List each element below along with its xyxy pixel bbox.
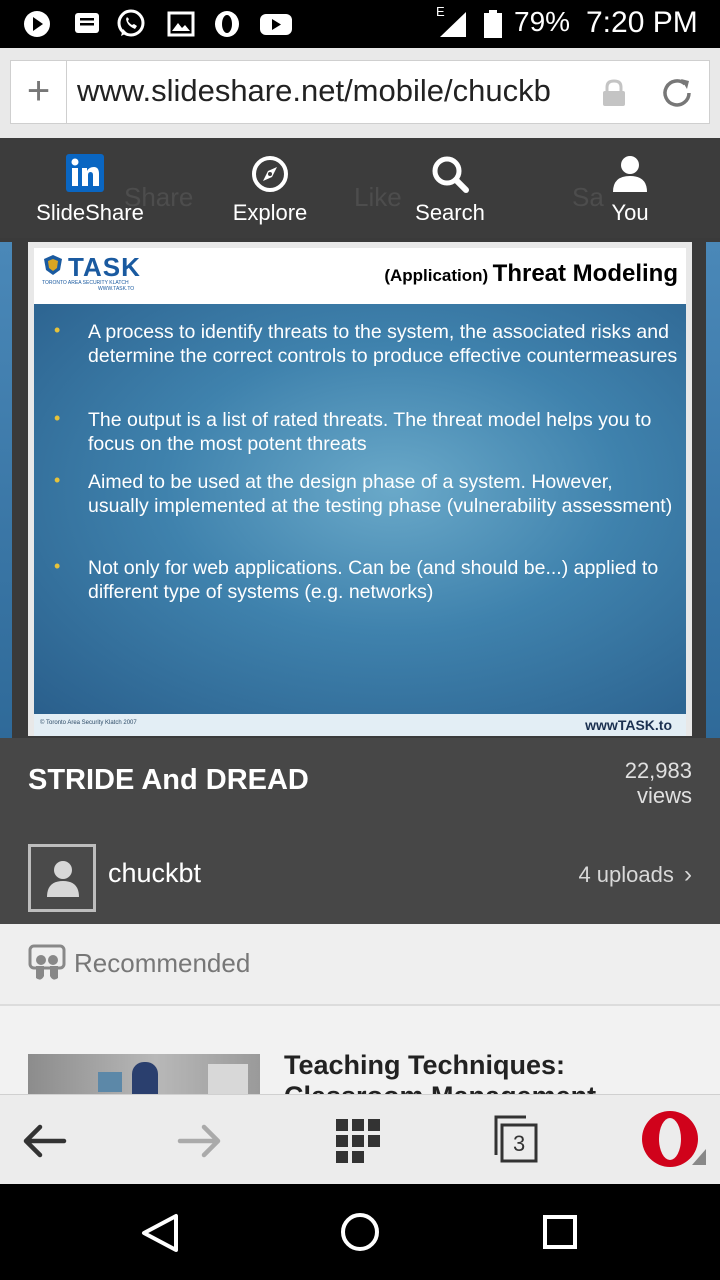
opera-icon — [215, 11, 239, 37]
android-home-icon[interactable] — [340, 1212, 380, 1252]
url-text[interactable]: www.slideshare.net/mobile/chuckb — [77, 73, 597, 109]
user-icon — [613, 156, 647, 192]
forward-arrow-icon[interactable] — [174, 1115, 226, 1167]
reload-icon[interactable] — [659, 75, 695, 111]
clock: 7:20 PM — [586, 6, 698, 39]
slideshare-nav-bar: Share Like Sa SlideShare Explore Search … — [0, 138, 720, 238]
task-shield-icon — [44, 255, 62, 275]
nav-label: Search — [415, 200, 485, 225]
recommended-list: Teaching Techniques: Classroom Managemen… — [0, 1006, 720, 1094]
views-count: 22,983 — [624, 758, 692, 783]
nav-explore[interactable]: Explore — [180, 138, 360, 238]
linkedin-icon — [66, 154, 104, 192]
messages-icon — [75, 13, 99, 33]
address-field[interactable]: + www.slideshare.net/mobile/chuckb — [10, 60, 710, 124]
nav-search[interactable]: Search — [360, 138, 540, 238]
views-label: views — [636, 783, 692, 808]
android-recents-icon[interactable] — [542, 1214, 578, 1250]
bullet-text: Not only for web applications. Can be (a… — [88, 557, 659, 603]
uploads-label: 4 uploads — [578, 862, 674, 887]
lock-icon — [603, 79, 625, 106]
status-bar: E 79% 7:20 PM — [0, 0, 720, 48]
signal-icon — [440, 12, 466, 37]
deck-info-panel: STRIDE And DREAD 22,983 views chuckbt 4 … — [0, 738, 720, 924]
next-slide-peek[interactable] — [706, 242, 720, 738]
bullet-dot: • — [54, 470, 61, 490]
slide-viewer[interactable]: TASK TORONTO AREA SECURITY KLATCH WWW.TA… — [0, 238, 720, 738]
bullet-text: Aimed to be used at the design phase of … — [88, 471, 673, 517]
task-logo-text: TASK — [68, 252, 141, 282]
battery-icon — [484, 10, 502, 38]
browser-url-bar: + www.slideshare.net/mobile/chuckb — [0, 48, 720, 138]
nav-label: SlideShare — [36, 200, 144, 225]
new-tab-plus-icon[interactable]: + — [11, 61, 67, 123]
user-avatar-icon — [47, 861, 79, 897]
compass-icon — [252, 156, 288, 192]
slide-footer: © Toronto Area Security Klatch 2007 wwwT… — [34, 714, 686, 736]
bullet-text: The output is a list of rated threats. T… — [88, 409, 652, 455]
slide-header: TASK TORONTO AREA SECURITY KLATCH WWW.TA… — [34, 248, 686, 304]
whatsapp-icon — [117, 9, 145, 37]
deck-title: STRIDE And DREAD — [28, 764, 309, 796]
slide-title: (Application) Threat Modeling — [384, 260, 678, 288]
tab-count: 3 — [513, 1131, 526, 1156]
recommended-label: Recommended — [74, 948, 251, 978]
gallery-icon — [167, 11, 195, 37]
nav-label: Explore — [232, 200, 308, 225]
thumbnail-person — [132, 1062, 158, 1094]
tabs-button[interactable]: 3 — [492, 1113, 542, 1165]
nav-label: You — [611, 200, 649, 225]
task-logo-url: WWW.TASK.TO — [98, 286, 135, 292]
recommended-item-title[interactable]: Teaching Techniques: Classroom Managemen… — [284, 1050, 704, 1094]
play-store-icon — [24, 11, 50, 37]
opera-menu-icon[interactable] — [640, 1111, 708, 1171]
bullet-dot: • — [54, 408, 61, 428]
uploads-link[interactable]: 4 uploads › — [578, 861, 692, 889]
recommended-header: Recommended — [0, 924, 720, 1006]
author-name[interactable]: chuckbt — [108, 858, 201, 889]
nav-you[interactable]: You — [540, 138, 720, 238]
previous-slide-peek[interactable] — [0, 242, 12, 738]
slide-footer-url: wwwTASK.to — [585, 717, 672, 733]
bullet-dot: • — [54, 320, 61, 340]
thumbnail-board — [208, 1064, 248, 1094]
battery-percent: 79% — [514, 6, 571, 37]
android-back-icon[interactable] — [140, 1212, 180, 1254]
bullet-dot: • — [54, 556, 61, 576]
bullet-text: A process to identify threats to the sys… — [88, 321, 678, 367]
browser-bottom-bar: 3 — [0, 1094, 720, 1184]
thumbnail-screen — [98, 1072, 122, 1092]
search-icon — [432, 156, 469, 193]
nav-slideshare[interactable]: SlideShare — [0, 138, 180, 238]
slide-copyright: © Toronto Area Security Klatch 2007 — [40, 720, 137, 726]
speed-dial-grid-icon[interactable] — [334, 1115, 386, 1167]
chevron-right-icon: › — [684, 861, 692, 888]
slide-title-prefix: (Application) — [384, 266, 489, 285]
recommended-thumbnail[interactable] — [28, 1054, 260, 1094]
youtube-icon — [260, 14, 292, 35]
android-nav-bar — [0, 1184, 720, 1280]
slide-body: • A process to identify threats to the s… — [34, 304, 686, 714]
avatar[interactable] — [28, 844, 96, 912]
slide-title-main: Threat Modeling — [492, 260, 678, 287]
current-slide[interactable]: TASK TORONTO AREA SECURITY KLATCH WWW.TA… — [28, 242, 692, 736]
slideshare-logo-icon — [28, 944, 66, 980]
back-arrow-icon[interactable] — [18, 1115, 70, 1167]
